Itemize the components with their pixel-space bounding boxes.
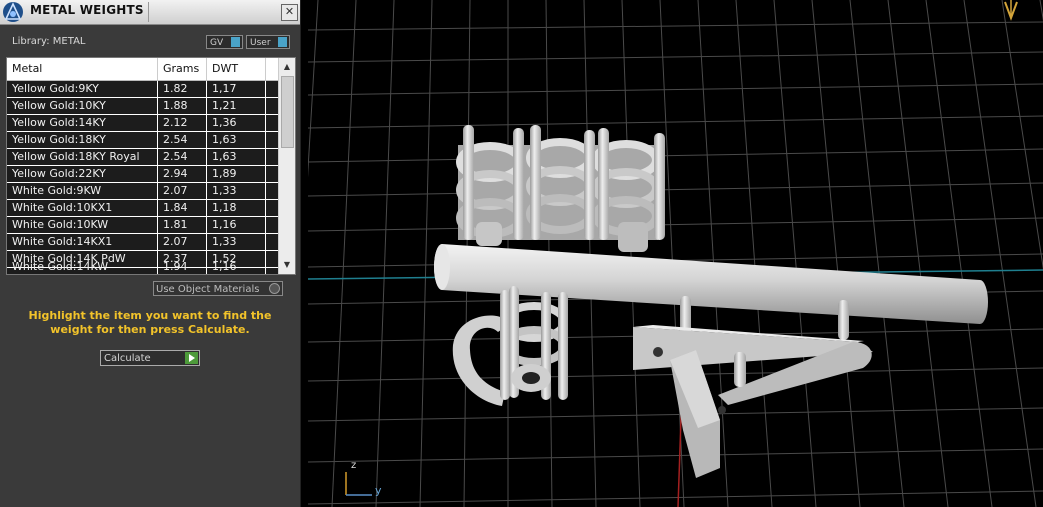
cell-grams: 1.84 xyxy=(158,200,207,216)
use-object-materials-label: Use Object Materials xyxy=(156,284,260,295)
cell-metal: White Gold:14KW xyxy=(7,259,158,274)
scroll-thumb[interactable] xyxy=(281,76,294,148)
table-row[interactable]: White Gold:14KX1 2.07 1,33 xyxy=(7,234,279,251)
cell-grams: 2.54 xyxy=(158,149,207,165)
play-icon xyxy=(185,352,198,364)
panel-title: METAL WEIGHTS xyxy=(30,3,144,17)
cell-grams: 2.94 xyxy=(158,166,207,182)
app-logo-icon xyxy=(3,2,23,22)
table-row[interactable]: Yellow Gold:10KY 1.88 1,21 xyxy=(7,98,279,115)
user-flag-icon xyxy=(278,37,287,47)
scroll-down-icon[interactable]: ▼ xyxy=(279,258,295,272)
cell-metal: Yellow Gold:10KY xyxy=(7,98,158,114)
cell-dwt: 1,89 xyxy=(207,166,266,182)
column-header-grams[interactable]: Grams xyxy=(158,58,207,80)
cell-dwt: 1,18 xyxy=(207,200,266,216)
instruction-text: Highlight the item you want to find the … xyxy=(28,309,272,336)
cell-dwt: 1,33 xyxy=(207,234,266,250)
metal-weights-panel: METAL WEIGHTS ✕ Library: METAL GV User M… xyxy=(0,0,301,507)
user-label: User xyxy=(250,38,271,48)
cell-metal: White Gold:10KW xyxy=(7,217,158,233)
panel-titlebar: METAL WEIGHTS ✕ xyxy=(0,0,300,25)
metal-table: Metal Grams DWT Yellow Gold:9KY 1.82 1,17 … xyxy=(6,57,296,275)
corner-tool-icon[interactable] xyxy=(1004,0,1018,21)
bracket-part xyxy=(633,296,873,478)
cell-grams: 2.54 xyxy=(158,132,207,148)
cell-grams: 2.07 xyxy=(158,234,207,250)
cell-metal: White Gold:9KW xyxy=(7,183,158,199)
table-row[interactable]: Yellow Gold:14KY 2.12 1,36 xyxy=(7,115,279,132)
cell-dwt: 1,33 xyxy=(207,183,266,199)
table-row[interactable]: Yellow Gold:18KY Royal 2.54 1,63 xyxy=(7,149,279,166)
calculate-label: Calculate xyxy=(104,353,151,364)
cell-dwt: 1,63 xyxy=(207,132,266,148)
cell-dwt: 1,63 xyxy=(207,149,266,165)
cell-grams: 2.12 xyxy=(158,115,207,131)
table-row[interactable]: White Gold:14KW 1.94 1,16 xyxy=(7,259,279,274)
title-divider xyxy=(148,2,149,22)
cell-grams: 2.07 xyxy=(158,183,207,199)
cell-metal: Yellow Gold:18KY xyxy=(7,132,158,148)
column-header-dwt[interactable]: DWT xyxy=(207,58,266,80)
cell-metal: Yellow Gold:22KY xyxy=(7,166,158,182)
cell-grams: 1.94 xyxy=(158,259,207,274)
cell-dwt: 1,16 xyxy=(207,217,266,233)
gv-flag-icon xyxy=(231,37,240,47)
cell-metal: Yellow Gold:14KY xyxy=(7,115,158,131)
cell-grams: 1.88 xyxy=(158,98,207,114)
gv-label: GV xyxy=(210,38,224,48)
cell-metal: White Gold:10KX1 xyxy=(7,200,158,216)
table-row[interactable]: Yellow Gold:18KY 2.54 1,63 xyxy=(7,132,279,149)
toggle-icon xyxy=(269,283,280,294)
lower-ring-cluster xyxy=(452,286,568,406)
cell-dwt: 1,16 xyxy=(207,259,266,274)
cell-dwt: 1,17 xyxy=(207,81,266,97)
calculate-button[interactable]: Calculate xyxy=(100,350,200,366)
table-scrollbar[interactable]: ▲ ▼ xyxy=(278,58,295,274)
table-body: Yellow Gold:9KY 1.82 1,17 Yellow Gold:10KY… xyxy=(7,81,279,274)
table-row[interactable]: Yellow Gold:22KY 2.94 1,89 xyxy=(7,166,279,183)
axis-z-label: z xyxy=(351,460,357,471)
cell-metal: White Gold:14KX1 xyxy=(7,234,158,250)
upper-ring-cluster xyxy=(456,125,665,252)
cell-metal: Yellow Gold:9KY xyxy=(7,81,158,97)
3d-viewport[interactable]: z y xyxy=(308,0,1043,507)
table-row[interactable]: White Gold:10KW 1.81 1,16 xyxy=(7,217,279,234)
column-header-metal[interactable]: Metal xyxy=(7,58,158,80)
table-header: Metal Grams DWT xyxy=(7,58,279,81)
close-icon: ✕ xyxy=(284,5,295,18)
use-object-materials-toggle[interactable]: Use Object Materials xyxy=(153,281,283,296)
axis-gizmo xyxy=(345,472,372,496)
cell-grams: 1.82 xyxy=(158,81,207,97)
perspective-grid xyxy=(308,0,1043,507)
gv-library-button[interactable]: GV xyxy=(206,35,243,49)
axis-y-label: y xyxy=(375,484,382,497)
table-row[interactable]: White Gold:9KW 2.07 1,33 xyxy=(7,183,279,200)
viewport-canvas[interactable] xyxy=(308,0,1043,507)
table-row[interactable]: Yellow Gold:9KY 1.82 1,17 xyxy=(7,81,279,98)
table-row[interactable]: White Gold:10KX1 1.84 1,18 xyxy=(7,200,279,217)
cell-dwt: 1,36 xyxy=(207,115,266,131)
close-button[interactable]: ✕ xyxy=(281,4,298,21)
library-label: Library: METAL xyxy=(12,36,86,47)
cell-dwt: 1,21 xyxy=(207,98,266,114)
cell-grams: 1.81 xyxy=(158,217,207,233)
user-library-button[interactable]: User xyxy=(246,35,290,49)
scroll-up-icon[interactable]: ▲ xyxy=(279,60,295,74)
cell-metal: Yellow Gold:18KY Royal xyxy=(7,149,158,165)
